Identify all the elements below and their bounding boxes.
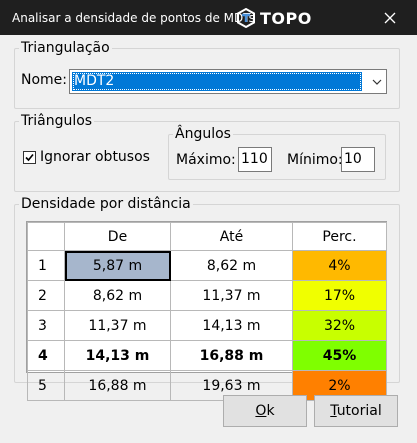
brand-logo: TOPO <box>236 7 312 29</box>
minimo-label: Mínimo: <box>287 152 343 168</box>
maximo-label: Máximo: <box>176 152 236 168</box>
ate-cell[interactable]: 8,62 m <box>170 250 293 281</box>
ate-cell[interactable]: 16,88 m <box>170 340 293 371</box>
de-column-header[interactable]: De <box>64 222 171 251</box>
de-cell[interactable]: 5,87 m <box>64 250 171 281</box>
chevron-down-icon[interactable] <box>371 76 383 88</box>
ate-cell[interactable]: 14,13 m <box>170 310 293 341</box>
dialog-window: Analisar a densidade de pontos de MDTs T… <box>0 0 417 443</box>
de-cell[interactable]: 8,62 m <box>64 280 171 311</box>
de-cell[interactable]: 11,37 m <box>64 310 171 341</box>
nome-select[interactable]: MDT2 <box>69 69 387 94</box>
angulos-legend: Ângulos <box>175 126 231 142</box>
de-cell[interactable]: 14,13 m <box>64 340 171 371</box>
ok-accel: O <box>255 403 267 419</box>
de-cell[interactable]: 16,88 m <box>64 370 171 401</box>
row-number-cell[interactable]: 3 <box>27 310 65 341</box>
close-icon <box>384 12 396 24</box>
checkmark-icon <box>25 153 34 162</box>
row-number-cell[interactable]: 4 <box>27 340 65 371</box>
perc-cell[interactable]: 4% <box>292 250 387 281</box>
ignorar-obtusos-label[interactable]: Ignorar obtusos <box>40 149 150 165</box>
topo-logo-icon <box>237 8 255 28</box>
triangulacao-legend: Triangulação <box>21 40 110 56</box>
perc-cell[interactable]: 32% <box>292 310 387 341</box>
densidade-legend: Densidade por distância <box>21 196 191 212</box>
ok-label: k <box>266 403 275 419</box>
maximo-input[interactable]: 110 <box>238 147 272 172</box>
window-title: Analisar a densidade de pontos de MDTs <box>12 11 255 25</box>
grid-corner-header <box>27 222 65 251</box>
table-row[interactable]: 2 8,62 m 11,37 m 17% <box>27 280 387 311</box>
table-row[interactable]: 1 5,87 m 8,62 m 4% <box>27 250 387 281</box>
perc-cell[interactable]: 45% <box>292 340 387 371</box>
nome-label: Nome: <box>21 72 68 88</box>
ok-button[interactable]: Ok <box>223 395 307 427</box>
perc-cell[interactable]: 17% <box>292 280 387 311</box>
triangulos-legend: Triângulos <box>21 113 93 129</box>
close-button[interactable] <box>376 6 404 30</box>
title-bar[interactable]: Analisar a densidade de pontos de MDTs T… <box>0 0 417 35</box>
table-row[interactable]: 3 11,37 m 14,13 m 32% <box>27 310 387 341</box>
perc-column-header[interactable]: Perc. <box>292 222 387 251</box>
tutorial-button[interactable]: Tutorial <box>314 395 398 427</box>
minimo-input[interactable]: 10 <box>341 147 375 172</box>
brand-name: TOPO <box>260 8 312 28</box>
table-row[interactable]: 4 14,13 m 16,88 m 45% <box>27 340 387 371</box>
tutorial-label: utorial <box>336 403 382 419</box>
densidade-grid[interactable]: De Até Perc. 1 5,87 m 8,62 m 4% 2 8,62 m 11,37… <box>26 221 387 401</box>
ignorar-obtusos-checkbox[interactable] <box>23 151 36 164</box>
row-number-cell[interactable]: 2 <box>27 280 65 311</box>
nome-select-value: MDT2 <box>72 72 362 91</box>
ate-cell[interactable]: 11,37 m <box>170 280 293 311</box>
row-number-cell[interactable]: 1 <box>27 250 65 281</box>
ate-column-header[interactable]: Até <box>170 222 293 251</box>
row-number-cell[interactable]: 5 <box>27 370 65 401</box>
